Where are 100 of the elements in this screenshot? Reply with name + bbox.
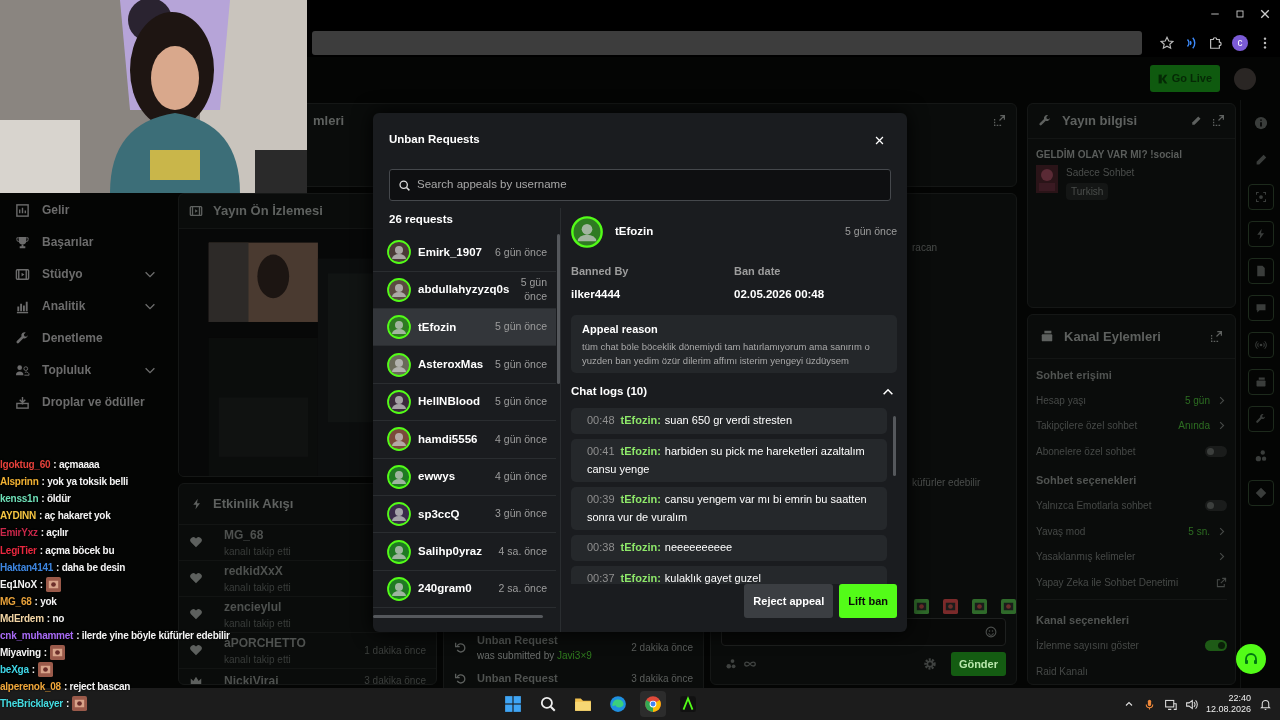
chat-log-entry: 00:41 tEfozin: harbiden su pick me hareketleri azaltalım cansu yenge: [571, 438, 887, 483]
maximize-icon[interactable]: [1234, 8, 1246, 20]
chat-message: :: [39, 577, 43, 592]
setting-row[interactable]: Takipçilere özel sohbet Anında: [1028, 413, 1235, 439]
toolbar-button[interactable]: [1247, 184, 1274, 210]
request-item[interactable]: ewwys 4 gün önce: [373, 458, 556, 496]
category-name: Sadece Sohbet: [1066, 165, 1135, 180]
username: tEfozin: [615, 224, 655, 239]
info-icon[interactable]: [1253, 116, 1268, 130]
sidebar-item[interactable]: Stüdyo: [0, 258, 175, 290]
search-field[interactable]: Search appeals by username: [389, 169, 891, 201]
stream-title: GELDİM OLAY VAR MI? !social: [1036, 147, 1183, 162]
setting-row[interactable]: Yasaklanmış kelimeler: [1028, 544, 1235, 570]
emote-icon: [943, 598, 958, 614]
emoji-icon[interactable]: [985, 625, 997, 638]
request-time: 5 gün önce: [845, 223, 897, 239]
expand-icon[interactable]: [1212, 114, 1225, 128]
send-button[interactable]: Gönder: [950, 651, 1006, 676]
chat-message: : yok ya toksik belli: [41, 475, 129, 490]
chat-log-entry: 00:39 tEfozin: cansu yengem var mı bi emrin bu saatten sonra vur de vuralım: [571, 487, 887, 531]
lift-ban-button[interactable]: Lift ban: [839, 583, 897, 618]
chat-username: EmirYxz: [0, 526, 38, 541]
toggle-switch[interactable]: [1205, 446, 1227, 457]
sidebar-icon: [15, 330, 30, 346]
search-icon: [538, 695, 557, 713]
username: NickiVirai: [224, 672, 279, 684]
signal-icon[interactable]: [1184, 35, 1198, 50]
chat-message: :: [31, 663, 35, 678]
request-item[interactable]: Emirk_1907 6 gün önce: [373, 234, 556, 272]
avatar: [387, 352, 411, 377]
field-value: ilker4444: [571, 286, 622, 302]
sidebar-item[interactable]: Gelir: [0, 194, 175, 226]
network-icon[interactable]: [1163, 697, 1177, 711]
toolbar-button[interactable]: [1247, 480, 1274, 506]
avatar: [387, 240, 411, 265]
sidebar-icon: [15, 234, 30, 250]
dots-icon[interactable]: [725, 657, 737, 670]
emote-icon: [914, 598, 929, 614]
expand-icon[interactable]: [1210, 329, 1223, 343]
user-link[interactable]: Javi3×9: [557, 650, 592, 662]
chat-username: cnk_muhammet: [0, 629, 74, 643]
avatar: [387, 502, 411, 527]
folder-icon: [573, 695, 592, 713]
setting-row[interactable]: Raid Kanalı: [1028, 658, 1235, 684]
avatar: [387, 427, 411, 452]
sidebar-item[interactable]: Analitik: [0, 290, 175, 322]
request-item[interactable]: 240gram0 2 sa. önce: [373, 570, 556, 609]
field-label: Ban date: [734, 264, 782, 280]
star-icon[interactable]: [1160, 35, 1174, 50]
wrench-icon: [1038, 113, 1052, 128]
sidebar-item[interactable]: Topluluk: [0, 354, 175, 386]
username: MG_68: [224, 526, 265, 544]
sidebar-item[interactable]: Denetleme: [0, 322, 175, 354]
toolbar-button[interactable]: [1247, 369, 1274, 395]
request-item[interactable]: Salihp0yraz 4 sa. önce: [373, 533, 556, 571]
request-item[interactable]: AsteroxMas 5 gün önce: [373, 346, 556, 384]
chat-username: kenss1n: [0, 492, 39, 507]
toolbar-button[interactable]: [1247, 295, 1274, 321]
chat-username: Miyaving: [0, 646, 41, 661]
chat-logs-toggle[interactable]: Chat logs (10): [571, 383, 897, 401]
lightning-icon: [1254, 228, 1267, 240]
speaker-icon[interactable]: [1184, 697, 1198, 711]
request-item[interactable]: sp3ccQ 3 gün önce: [373, 496, 556, 534]
windows-icon: [503, 695, 522, 713]
event-time: 3 dakika önce: [631, 672, 693, 686]
chat-message: : açma böcek bu: [39, 543, 115, 558]
request-item[interactable]: hamdi5556 4 gün önce: [373, 421, 556, 459]
notification-icon[interactable]: [1259, 697, 1272, 711]
chat-message: : yok: [34, 594, 57, 609]
avatar: [387, 539, 411, 564]
chat-message: küfürler edebilir: [911, 476, 982, 490]
dots-icon[interactable]: [1253, 449, 1268, 463]
close-icon[interactable]: [1259, 8, 1271, 20]
browser-icon: [608, 695, 627, 713]
toggle-switch[interactable]: [1205, 500, 1227, 512]
expand-icon[interactable]: [993, 114, 1006, 128]
toolbar-button[interactable]: [1247, 258, 1274, 284]
settings-icon[interactable]: [922, 656, 937, 671]
avatar: [387, 390, 411, 414]
chat-username: MdErdem: [0, 611, 44, 626]
chat-username: lgoktug_60: [0, 458, 51, 473]
profile-avatar[interactable]: c: [1232, 34, 1248, 51]
request-item[interactable]: HellNBlood 5 gün önce: [373, 383, 556, 422]
chat-icon: [1254, 302, 1267, 314]
edit-icon[interactable]: [1190, 114, 1202, 127]
avatar: [387, 576, 411, 601]
close-button[interactable]: [874, 134, 885, 146]
request-item[interactable]: tEfozin 5 gün önce: [373, 309, 556, 347]
event-time: 2 dakika önce: [631, 641, 693, 655]
sidebar-item[interactable]: Başarılar: [0, 226, 175, 258]
puzzle-icon[interactable]: [1208, 35, 1222, 50]
taskbar-button[interactable]: [639, 691, 666, 717]
toggle-switch[interactable]: [1205, 640, 1227, 652]
chat-log-entry: 00:38 tEfozin: neeeeeeeeee: [571, 535, 887, 561]
sidebar-item[interactable]: Droplar ve ödüller: [0, 386, 175, 418]
setting-row[interactable]: Yalnızca Emotlarla sohbet: [1028, 492, 1235, 519]
event-detail: was submitted by Javi3×9: [477, 649, 592, 664]
address-bar[interactable]: [312, 30, 1142, 55]
chat-log-entry: 00:37 tEfozin: kulaklık gayet guzel: [571, 565, 887, 584]
reject-button[interactable]: Reject appeal: [744, 583, 834, 618]
